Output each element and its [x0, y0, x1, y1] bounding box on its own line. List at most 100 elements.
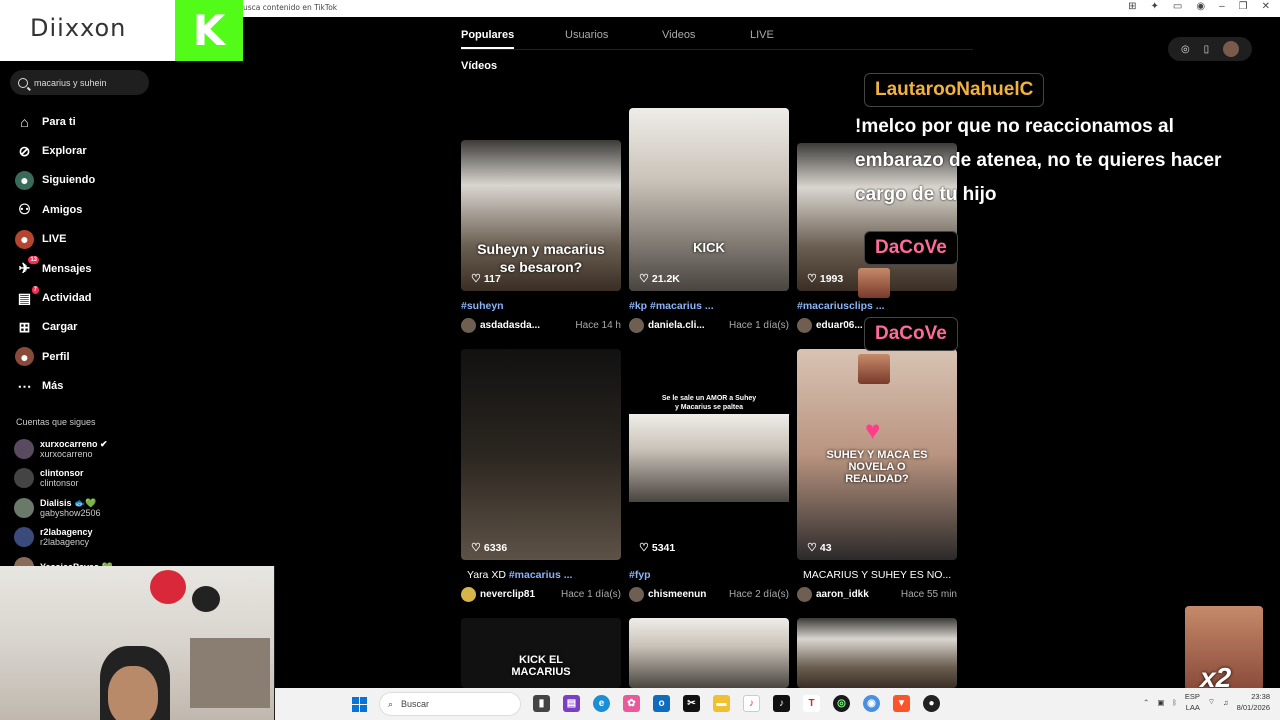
sidebar-item-perfil[interactable]: ● Perfil	[15, 342, 95, 371]
folder-icon[interactable]: ▬	[713, 695, 730, 712]
following-item[interactable]: r2labagency r2labagency	[14, 523, 113, 553]
network-icon[interactable]: ▣	[1157, 698, 1164, 707]
logo-text: Diixxon	[30, 14, 127, 42]
video-description[interactable]: #kp #macarius ...	[629, 300, 789, 312]
profile-icon[interactable]: ◉	[1196, 1, 1205, 12]
video-thumbnail[interactable]: ♡ 6336	[461, 349, 621, 560]
video-card[interactable]: KICK EL MACARIUS	[461, 618, 621, 688]
following-item[interactable]: clintonsor clintonsor	[14, 464, 113, 494]
outlook-icon[interactable]: o	[653, 695, 670, 712]
stream-app-icon[interactable]: ▤	[563, 695, 580, 712]
browser-controls: ⊞ ✦ ▭ ◉ – ❐ ✕	[1128, 1, 1270, 12]
search-icon	[18, 77, 28, 88]
brave-icon[interactable]: ▼	[893, 695, 910, 712]
timestamp: Hace 1 día(s)	[728, 320, 789, 331]
sidebar-item-amigos[interactable]: ⚇ Amigos	[15, 195, 95, 224]
sidebar-item-mensajes[interactable]: ✈ 13 Mensajes	[15, 254, 95, 283]
video-card[interactable]: ♡ 6336 Yara XD #macarius ... neverclip81 H…	[461, 349, 621, 602]
sidebar: macarius y suhein ⌂ Para ti ⊘ Explorar ● Si…	[0, 61, 160, 577]
sidebar-item-siguiendo[interactable]: ● Siguiendo	[15, 166, 95, 195]
video-description[interactable]: Yara XD #macarius ...	[461, 569, 621, 581]
restore-button[interactable]: ❐	[1239, 1, 1248, 12]
like-value: 43	[819, 541, 832, 554]
hashtag[interactable]: #macarius ...	[509, 569, 573, 581]
coins-icon[interactable]: ◎	[1181, 44, 1190, 55]
video-thumbnail[interactable]	[797, 618, 957, 688]
sidebar-item-cargar[interactable]: ⊞ Cargar	[15, 313, 95, 342]
username[interactable]: neverclip81	[480, 589, 535, 600]
xbox-icon[interactable]: ◎	[833, 695, 850, 712]
video-card[interactable]: ♥ SUHEY Y MACA ES NOVELA O REALIDAD? ♡ 43…	[797, 349, 957, 602]
avatar	[14, 468, 34, 489]
windows-start-icon[interactable]	[352, 697, 367, 712]
tab-live[interactable]: LIVE	[750, 29, 774, 41]
copilot-icon[interactable]: ✿	[623, 695, 640, 712]
hashtag[interactable]: #suheyn	[461, 300, 504, 312]
like-value: 6336	[483, 541, 508, 554]
username[interactable]: chismeenun	[648, 589, 706, 600]
username[interactable]: aaron_idkk	[816, 589, 869, 600]
tab-videos[interactable]: Videos	[662, 29, 695, 41]
video-description[interactable]: #fyp	[629, 569, 789, 581]
video-description[interactable]: MACARIUS Y SUHEY ES NO...	[797, 569, 957, 581]
chrome-icon[interactable]: ◉	[863, 695, 880, 712]
clock[interactable]: 23:38 8/01/2026	[1237, 691, 1270, 713]
video-card[interactable]: Suheyn y macarius se besaron? ♡ 117 #suhe…	[461, 140, 621, 333]
tab-populares[interactable]: Populares	[461, 29, 515, 49]
search-input[interactable]: macarius y suhein	[10, 70, 149, 95]
video-card[interactable]: Se le sale un AMOR a Suhey y Macarius se…	[629, 349, 789, 602]
address-text[interactable]: usca contenido en TikTok	[243, 3, 337, 12]
sidebar-item-live[interactable]: ● LIVE	[15, 225, 95, 254]
sidebar-item-mas[interactable]: ⋯ Más	[15, 372, 95, 401]
following-item[interactable]: xurxocarreno ✔ xurxocarreno	[14, 434, 113, 464]
upload-icon: ⊞	[18, 318, 31, 335]
like-value: 5341	[651, 541, 676, 554]
video-thumbnail[interactable]: Se le sale un AMOR a Suhey y Macarius se…	[629, 349, 789, 560]
sidebar-item-para-ti[interactable]: ⌂ Para ti	[15, 107, 95, 136]
video-description[interactable]: #macariusclips ...	[797, 300, 957, 312]
file-icon[interactable]: ▮	[533, 695, 550, 712]
avatar	[629, 587, 644, 602]
hashtag[interactable]: #macariusclips ...	[797, 300, 885, 312]
heart-icon: ♡	[471, 273, 481, 285]
video-thumbnail[interactable]: KICK EL MACARIUS	[461, 618, 621, 688]
translate-icon[interactable]: ⊞	[1128, 1, 1136, 12]
video-card[interactable]: KICK ♡ 21.2K #kp #macarius ... daniela.cl…	[629, 108, 789, 333]
sidebar-item-explorar[interactable]: ⊘ Explorar	[15, 136, 95, 165]
minimize-button[interactable]: –	[1219, 1, 1225, 12]
username[interactable]: asdadasda...	[480, 320, 540, 331]
text-app-icon[interactable]: T	[803, 695, 820, 712]
chat-username: DaCoVe	[864, 231, 958, 265]
username[interactable]: daniela.cli...	[648, 320, 705, 331]
wifi-icon[interactable]: ⌔	[1208, 697, 1215, 707]
video-thumbnail[interactable]: Suheyn y macarius se besaron? ♡ 117	[461, 140, 621, 291]
edge-icon[interactable]: e	[593, 695, 610, 712]
video-meta: asdadasda... Hace 14 h	[461, 318, 621, 333]
video-thumbnail[interactable]	[629, 618, 789, 688]
video-card[interactable]	[797, 618, 957, 688]
device-icon[interactable]: ▯	[1204, 44, 1210, 55]
following-item[interactable]: Dialisis 🐟💚 gabyshow2506	[14, 493, 113, 523]
tiktok-icon[interactable]: ♪	[773, 695, 790, 712]
sidepanel-icon[interactable]: ▭	[1173, 1, 1182, 12]
chevron-up-icon[interactable]: ⌃	[1143, 698, 1149, 707]
video-thumbnail[interactable]: KICK ♡ 21.2K	[629, 108, 789, 291]
taskbar-search[interactable]: ⌕ Buscar	[379, 692, 521, 716]
hashtag[interactable]: #kp #macarius ...	[629, 300, 714, 312]
avatar[interactable]	[1223, 41, 1240, 57]
close-button[interactable]: ✕	[1262, 1, 1270, 12]
itunes-icon[interactable]: ♪	[743, 695, 760, 712]
video-description[interactable]: #suheyn	[461, 300, 621, 312]
capcut-icon[interactable]: ✂	[683, 695, 700, 712]
hashtag[interactable]: #fyp	[629, 569, 651, 581]
sidebar-item-actividad[interactable]: ▤ 7 Actividad	[15, 283, 95, 312]
username[interactable]: eduar06...	[816, 320, 863, 331]
tab-usuarios[interactable]: Usuarios	[565, 29, 608, 41]
bluetooth-icon[interactable]: ᛒ	[1172, 698, 1177, 707]
video-card[interactable]	[629, 618, 789, 688]
obs-icon[interactable]: ●	[923, 695, 940, 712]
volume-icon[interactable]: ♫	[1223, 698, 1229, 707]
language-indicator[interactable]: ESP LAA	[1185, 691, 1200, 713]
search-tabs: Populares Usuarios Videos LIVE	[461, 18, 973, 50]
extensions-icon[interactable]: ✦	[1151, 1, 1159, 12]
